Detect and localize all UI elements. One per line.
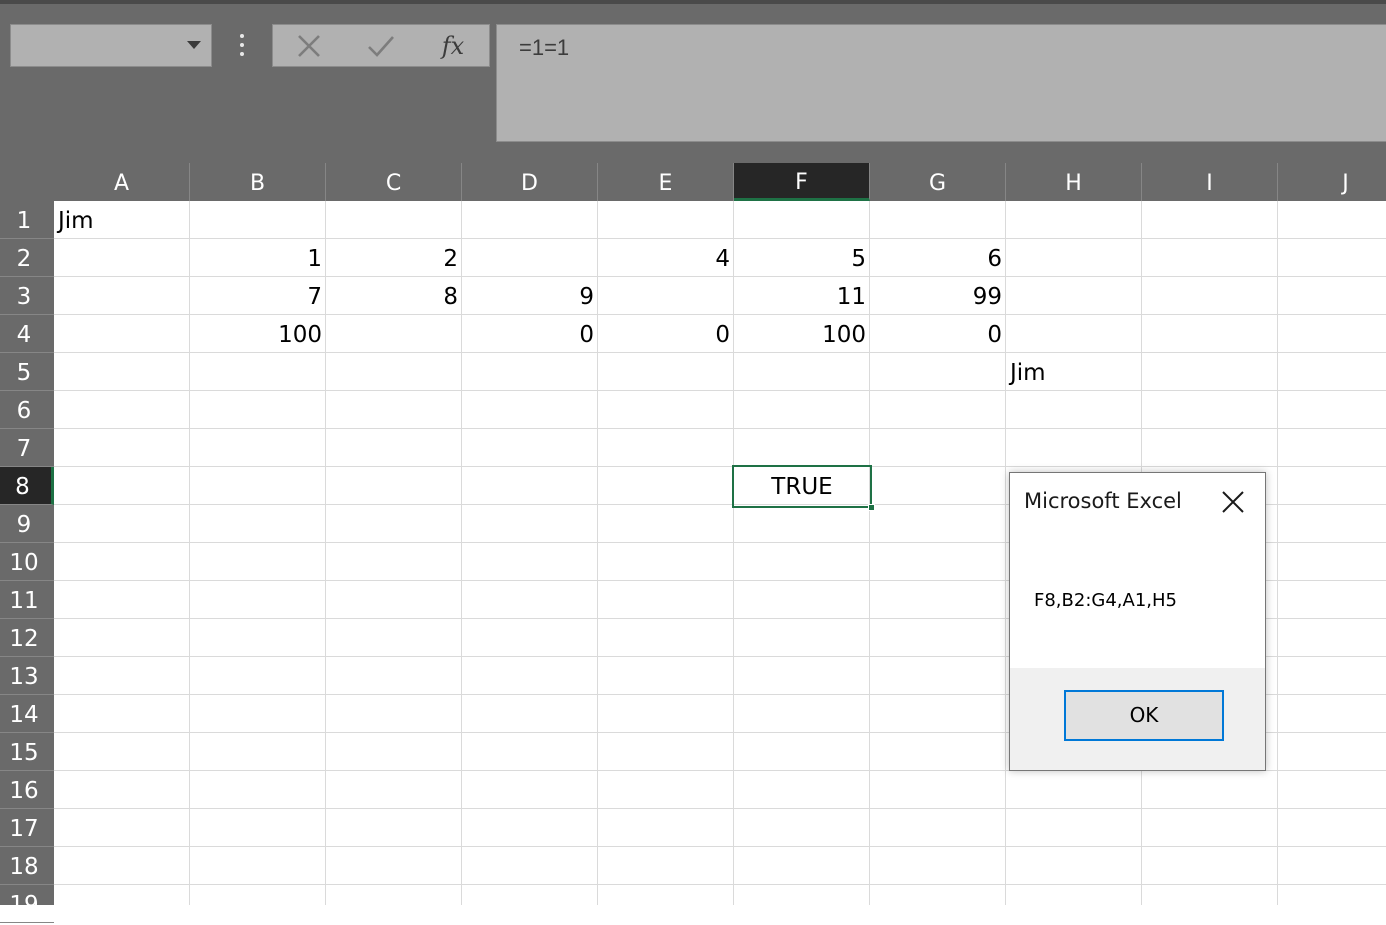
row-header-6[interactable]: 6 <box>0 391 54 429</box>
name-box[interactable] <box>10 24 212 67</box>
fill-handle[interactable] <box>868 504 875 511</box>
row-header-2[interactable]: 2 <box>0 239 54 277</box>
row-header-15[interactable]: 15 <box>0 733 54 771</box>
row-header-14[interactable]: 14 <box>0 695 54 733</box>
top-border <box>0 0 1386 4</box>
row-header-10[interactable]: 10 <box>0 543 54 581</box>
cell-f4[interactable]: 100 <box>734 315 870 353</box>
row-header-3[interactable]: 3 <box>0 277 54 315</box>
cell-f2[interactable]: 5 <box>734 239 870 277</box>
cell-b2[interactable]: 1 <box>190 239 326 277</box>
row-header-13[interactable]: 13 <box>0 657 54 695</box>
grid-row-line <box>54 884 1386 885</box>
column-header-d[interactable]: D <box>462 163 598 201</box>
row-header-1[interactable]: 1 <box>0 201 54 239</box>
column-header-h[interactable]: H <box>1006 163 1142 201</box>
row-header-9[interactable]: 9 <box>0 505 54 543</box>
close-icon[interactable] <box>1218 487 1248 517</box>
column-header-j[interactable]: J <box>1278 163 1386 201</box>
cell-e2[interactable]: 4 <box>598 239 734 277</box>
row-header-17[interactable]: 17 <box>0 809 54 847</box>
cell-b3[interactable]: 7 <box>190 277 326 315</box>
cell-g2[interactable]: 6 <box>870 239 1006 277</box>
cell-h5[interactable]: Jim <box>1006 353 1142 391</box>
grid-row-line <box>54 428 1386 429</box>
row-header-7[interactable]: 7 <box>0 429 54 467</box>
active-cell-border <box>732 465 875 511</box>
cell-b4[interactable]: 100 <box>190 315 326 353</box>
grid-row-line <box>54 466 1386 467</box>
insert-function-button[interactable]: fx <box>423 25 483 66</box>
cancel-icon[interactable] <box>279 25 339 66</box>
chevron-down-icon[interactable] <box>187 41 201 49</box>
column-header-g[interactable]: G <box>870 163 1006 201</box>
column-header-b[interactable]: B <box>190 163 326 201</box>
row-header-18[interactable]: 18 <box>0 847 54 885</box>
cell-d3[interactable]: 9 <box>462 277 598 315</box>
checkmark-icon[interactable] <box>351 25 411 66</box>
more-options-icon[interactable] <box>233 30 251 60</box>
dialog-message: F8,B2:G4,A1,H5 <box>1034 590 1177 611</box>
row-header-5[interactable]: 5 <box>0 353 54 391</box>
message-dialog: Microsoft Excel F8,B2:G4,A1,H5 OK <box>1009 472 1266 771</box>
row-header-11[interactable]: 11 <box>0 581 54 619</box>
row-headers: 1 2 3 4 5 6 7 8 9 10 11 12 13 14 15 16 17 18 19 <box>0 201 54 923</box>
formula-input[interactable]: =1=1 <box>496 24 1386 142</box>
cell-f3[interactable]: 11 <box>734 277 870 315</box>
grid-row-line <box>54 846 1386 847</box>
column-header-c[interactable]: C <box>326 163 462 201</box>
column-header-f[interactable]: F <box>734 163 870 201</box>
row-header-12[interactable]: 12 <box>0 619 54 657</box>
formula-bar-area: fx =1=1 <box>0 0 1386 163</box>
cell-c2[interactable]: 2 <box>326 239 462 277</box>
column-headers: ABCDEFGHIJ <box>0 163 1386 201</box>
cell-a1[interactable]: Jim <box>54 201 190 239</box>
cell-c3[interactable]: 8 <box>326 277 462 315</box>
column-header-e[interactable]: E <box>598 163 734 201</box>
column-header-i[interactable]: I <box>1142 163 1278 201</box>
ok-button[interactable]: OK <box>1064 690 1224 741</box>
grid-row-line <box>54 808 1386 809</box>
formula-buttons: fx <box>272 24 490 67</box>
cell-d4[interactable]: 0 <box>462 315 598 353</box>
column-header-a[interactable]: A <box>54 163 190 201</box>
dialog-footer: OK <box>1010 668 1265 770</box>
row-header-8[interactable]: 8 <box>0 467 54 505</box>
cell-g4[interactable]: 0 <box>870 315 1006 353</box>
dialog-title: Microsoft Excel <box>1024 489 1182 513</box>
row-header-16[interactable]: 16 <box>0 771 54 809</box>
row-header-4[interactable]: 4 <box>0 315 54 353</box>
cell-e4[interactable]: 0 <box>598 315 734 353</box>
grid-column-line <box>1277 201 1278 905</box>
fx-icon: fx <box>441 31 465 60</box>
grid-row-line <box>54 390 1386 391</box>
row-header-19[interactable]: 19 <box>0 885 54 923</box>
cell-g3[interactable]: 99 <box>870 277 1006 315</box>
